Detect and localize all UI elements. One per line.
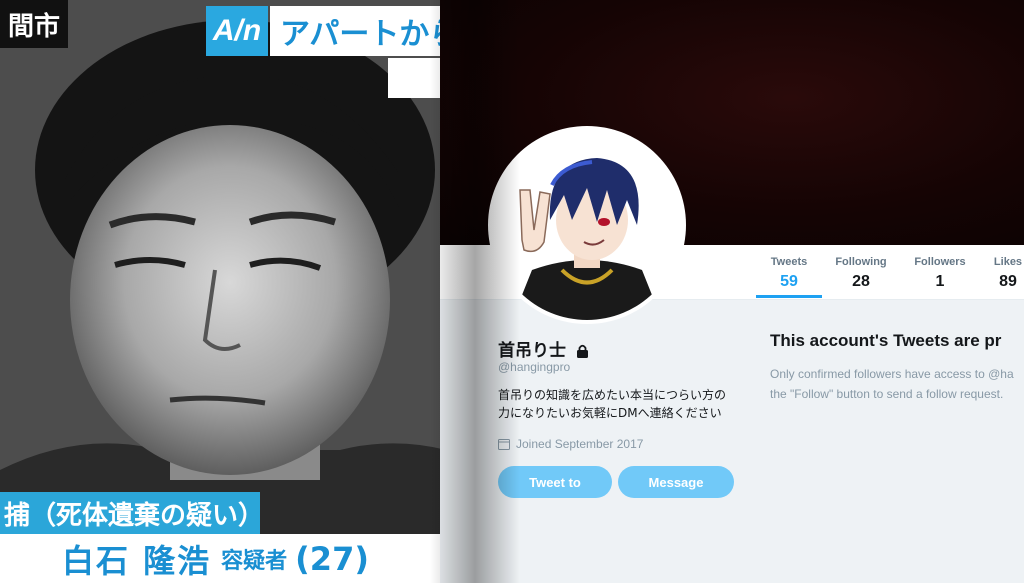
bio-line: 力になりたいお気軽にDMへ連絡ください	[498, 406, 722, 420]
anime-character-avatar	[492, 130, 682, 320]
bio-line: 首吊りの知識を広めたい本当につらい方の	[498, 388, 727, 402]
stat-label: Tweets	[770, 256, 808, 268]
profile-display-name: 首吊り士	[498, 336, 589, 361]
stat-followers[interactable]: Followers 1	[908, 256, 972, 291]
calendar-icon	[498, 439, 510, 450]
suspect-age: (27)	[295, 539, 369, 578]
message-button[interactable]: Message	[618, 466, 734, 498]
suspect-name: 白石 隆浩	[62, 541, 212, 580]
arrest-caption: 捕（死体遺棄の疑い）	[0, 492, 260, 534]
news-broadcast-panel: 間市 A/n アパートから9人の 今の 捕（死体遺棄の疑い） 白石 隆浩 容疑者…	[0, 0, 500, 583]
stat-following[interactable]: Following 28	[830, 256, 892, 291]
joined-date: Joined September 2017	[498, 437, 643, 451]
twitter-profile-panel: Tweets 59 Following 28 Followers 1 Likes…	[440, 0, 1024, 583]
stat-value: 89	[999, 273, 1017, 290]
suspect-role: 容疑者	[221, 548, 288, 574]
stat-value: 1	[935, 273, 945, 290]
stat-value: 59	[780, 273, 798, 290]
profile-handle[interactable]: @hangingpro	[498, 360, 570, 374]
protected-desc-line: Only confirmed followers have access to …	[770, 367, 1014, 381]
protected-desc-line: the "Follow" button to send a follow req…	[770, 387, 1004, 401]
composite-image: 間市 A/n アパートから9人の 今の 捕（死体遺棄の疑い） 白石 隆浩 容疑者…	[0, 0, 1024, 583]
location-label: 間市	[0, 0, 68, 48]
stat-label: Following	[835, 256, 887, 268]
stat-likes[interactable]: Likes 89	[988, 256, 1024, 291]
protected-account-title: This account's Tweets are pr	[770, 331, 1002, 350]
profile-bio: 首吊りの知識を広めたい本当につらい方の 力になりたいお気軽にDMへ連絡ください	[498, 386, 748, 422]
news-channel-logo: A/n	[206, 6, 268, 56]
stat-tweets[interactable]: Tweets 59	[758, 256, 820, 291]
suspect-name-bar: 白石 隆浩 容疑者 (27)	[0, 534, 500, 583]
protected-account-description: Only confirmed followers have access to …	[770, 364, 1024, 404]
lock-icon	[576, 344, 588, 358]
active-tab-indicator	[756, 295, 822, 298]
tweet-to-button[interactable]: Tweet to	[498, 466, 612, 498]
stat-label: Likes	[993, 256, 1023, 268]
display-name-text: 首吊り士	[498, 341, 566, 361]
stat-value: 28	[852, 273, 870, 290]
stat-label: Followers	[914, 256, 966, 268]
profile-avatar[interactable]	[492, 130, 682, 320]
joined-text: Joined September 2017	[516, 437, 644, 451]
